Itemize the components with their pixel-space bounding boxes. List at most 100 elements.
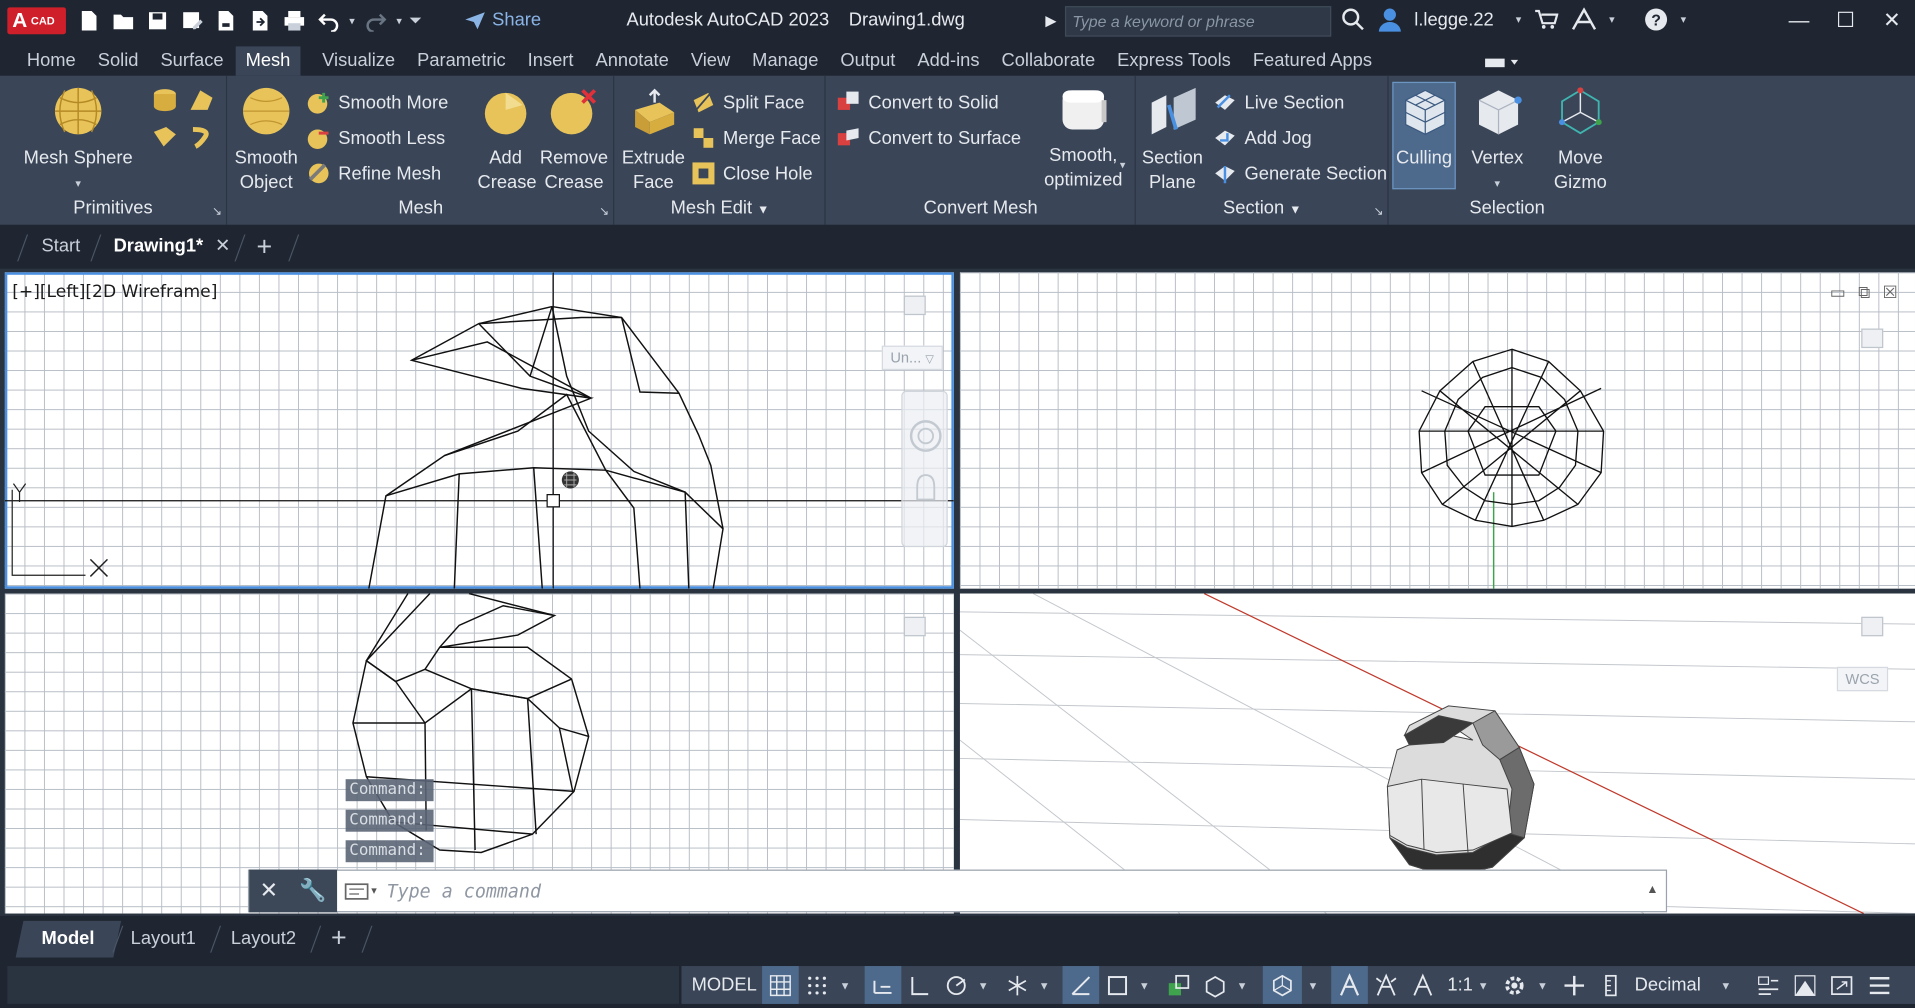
isometric-drafting-toggle[interactable] [1001, 966, 1033, 1004]
mesh-torus-icon[interactable] [188, 125, 215, 149]
object-snap-tracking-toggle[interactable] [1062, 966, 1100, 1004]
app-store-dropdown-caret[interactable]: ▾ [1609, 13, 1615, 26]
help-icon[interactable]: ? [1644, 7, 1668, 31]
tab-home[interactable]: Home [27, 46, 76, 75]
autodesk-app-store-icon[interactable] [1570, 7, 1597, 31]
snap-dropdown-caret[interactable]: ▼ [835, 966, 855, 1004]
open-from-web-icon[interactable] [213, 7, 240, 34]
close-command-line-icon[interactable]: ✕ [260, 878, 278, 904]
viewcube-icon[interactable] [1861, 328, 1884, 349]
plot-icon[interactable] [281, 7, 308, 34]
clean-screen-button[interactable] [1825, 966, 1859, 1004]
recent-commands-icon[interactable]: ▾ [344, 881, 377, 901]
tab-layout1[interactable]: Layout1 [131, 928, 196, 949]
object-snap-toggle[interactable] [1102, 966, 1134, 1004]
smooth-optimized-caret[interactable]: ▾ [1120, 159, 1126, 172]
cart-icon[interactable] [1533, 9, 1558, 31]
save-as-icon[interactable] [178, 7, 205, 34]
new-layout-icon[interactable]: + [331, 922, 347, 954]
customization-menu-button[interactable] [1861, 966, 1898, 1004]
graphics-performance-button[interactable] [1788, 966, 1822, 1004]
tab-solid[interactable]: Solid [98, 46, 139, 75]
extrude-face-button[interactable]: Extrude Face [620, 85, 686, 195]
share-button[interactable]: Share [464, 10, 541, 31]
tab-view[interactable]: View [691, 46, 730, 75]
tab-insert[interactable]: Insert [528, 46, 574, 75]
application-menu-button[interactable]: A CAD [7, 7, 66, 35]
viewport-left-wireframe[interactable]: [+][Left][2D Wireframe] Un... ▽ [4, 272, 954, 589]
viewport-close-icon[interactable]: ☒ [1883, 282, 1898, 303]
smooth-optimized-button[interactable]: Smooth, optimized [1037, 83, 1130, 193]
convert-to-solid-button[interactable]: Convert to Solid [837, 88, 999, 117]
move-gizmo-button[interactable]: Move Gizmo [1541, 85, 1619, 195]
ucs-menu[interactable]: Un... ▽ [881, 345, 943, 371]
viewcube-icon[interactable] [903, 616, 926, 637]
tab-layout2[interactable]: Layout2 [231, 928, 296, 949]
live-section-button[interactable]: Live Section [1213, 88, 1344, 117]
new-tab-icon[interactable]: + [256, 231, 272, 263]
tab-annotate[interactable]: Annotate [595, 46, 668, 75]
primitives-panel-launcher[interactable]: ↘ [212, 205, 222, 218]
ribbon-minimize-icon[interactable] [1483, 54, 1522, 71]
generate-section-button[interactable]: Generate Section [1213, 159, 1387, 188]
annotation-scale-icon-button[interactable] [1407, 966, 1439, 1004]
tab-visualize[interactable]: Visualize [322, 46, 395, 75]
transparency-toggle[interactable] [1163, 966, 1195, 1004]
section-panel-launcher[interactable]: ↘ [1373, 205, 1383, 218]
viewport-top-view[interactable]: ▭ ⧉ ☒ [959, 272, 1915, 589]
split-face-button[interactable]: Split Face [691, 88, 804, 117]
tab-model[interactable]: Model [42, 928, 95, 949]
smooth-object-button[interactable]: Smooth Object [233, 85, 299, 195]
units-icon-button[interactable] [1597, 966, 1624, 1004]
undo-icon[interactable] [315, 7, 342, 34]
refine-mesh-button[interactable]: Refine Mesh [307, 159, 441, 188]
quick-properties-button[interactable] [1751, 966, 1785, 1004]
merge-face-button[interactable]: Merge Face [691, 123, 821, 152]
user-icon[interactable] [1378, 7, 1402, 32]
mesh-box-icon[interactable] [151, 125, 178, 149]
smooth-less-button[interactable]: Smooth Less [307, 123, 445, 152]
section-plane-button[interactable]: Section Plane [1139, 85, 1205, 195]
smooth-more-button[interactable]: Smooth More [307, 88, 448, 117]
annotation-visibility-toggle[interactable] [1331, 966, 1368, 1004]
open-folder-icon[interactable] [110, 7, 137, 34]
vertex-button[interactable]: Vertex ▾ [1466, 85, 1530, 195]
polar-tracking-toggle[interactable] [940, 966, 972, 1004]
grid-toggle[interactable] [762, 966, 799, 1004]
search-input[interactable]: Type a keyword or phrase [1064, 6, 1332, 37]
redo-dropdown-caret[interactable]: ▾ [396, 14, 402, 27]
osnap-dropdown-caret[interactable]: ▼ [1136, 966, 1153, 1004]
viewcube-icon[interactable] [903, 295, 926, 316]
add-jog-button[interactable]: Add Jog [1213, 123, 1312, 152]
mesh-sphere-button[interactable]: Mesh Sphere ▾ [15, 85, 142, 195]
user-name[interactable]: l.legge.22 [1414, 9, 1493, 30]
mesh-cylinder-icon[interactable] [151, 88, 178, 112]
user-dropdown-caret[interactable]: ▾ [1516, 13, 1522, 26]
viewport-3d-perspective[interactable]: WCS [959, 593, 1915, 914]
tab-mesh[interactable]: Mesh [235, 46, 301, 76]
viewport-front-view[interactable] [4, 593, 954, 914]
new-file-icon[interactable] [76, 7, 103, 34]
annotation-monitor-button[interactable] [1558, 966, 1590, 1004]
mesh-panel-launcher[interactable]: ↘ [599, 205, 609, 218]
units-dropdown[interactable]: Decimal ▼ [1627, 966, 1739, 1004]
tab-surface[interactable]: Surface [160, 46, 223, 75]
ortho-mode-toggle[interactable] [904, 966, 936, 1004]
auto-scale-toggle[interactable] [1370, 966, 1402, 1004]
command-line-expand-icon[interactable]: ▲ [1646, 883, 1658, 896]
tab-drawing1[interactable]: Drawing1* [114, 236, 204, 257]
tab-collaborate[interactable]: Collaborate [1001, 46, 1095, 75]
tab-manage[interactable]: Manage [752, 46, 818, 75]
add-crease-button[interactable]: Add Crease [478, 85, 537, 195]
help-dropdown-caret[interactable]: ▾ [1681, 13, 1687, 26]
maximize-icon[interactable]: ☐ [1822, 0, 1868, 42]
model-space-button[interactable]: MODEL [686, 966, 762, 1004]
tab-output[interactable]: Output [840, 46, 895, 75]
customize-qat-icon[interactable]: ⏷ [409, 11, 422, 31]
steering-wheel-icon[interactable] [903, 392, 949, 548]
remove-crease-button[interactable]: Remove Crease [539, 85, 610, 195]
close-hole-button[interactable]: Close Hole [691, 159, 813, 188]
tab-express-tools[interactable]: Express Tools [1117, 46, 1231, 75]
mesh-edit-panel-title[interactable]: Mesh Edit ▼ [616, 198, 825, 222]
dynamic-ucs-toggle[interactable] [1262, 966, 1302, 1004]
